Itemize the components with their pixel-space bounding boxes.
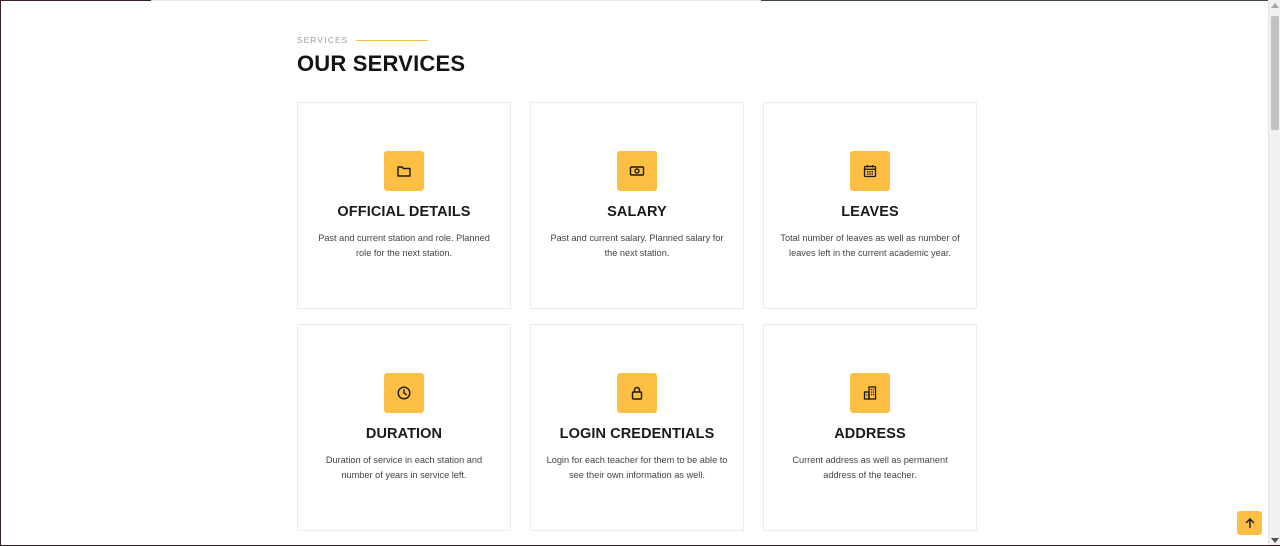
- vertical-scrollbar[interactable]: [1268, 0, 1280, 545]
- service-card-address: ADDRESS Current address as well as perma…: [763, 324, 977, 531]
- service-title: LEAVES: [841, 204, 899, 220]
- eyebrow-divider: [355, 39, 428, 41]
- service-description: Past and current salary. Planned salary …: [550, 233, 724, 258]
- arrow-up-icon: [1244, 517, 1256, 529]
- service-card-duration: DURATION Duration of service in each sta…: [297, 324, 511, 531]
- back-to-top-button[interactable]: [1237, 511, 1262, 535]
- service-description: Current address as well as permanent add…: [792, 455, 948, 480]
- service-description: Past and current station and role. Plann…: [318, 233, 490, 258]
- service-card-leaves: LEAVES Total number of leaves as well as…: [763, 102, 977, 309]
- calendar-icon: [850, 151, 890, 191]
- service-title: LOGIN CREDENTIALS: [559, 426, 715, 442]
- service-description: Total number of leaves as well as number…: [780, 233, 960, 258]
- service-title: SALARY: [607, 204, 667, 220]
- service-description: Duration of service in each station and …: [325, 455, 483, 480]
- service-title: DURATION: [365, 426, 443, 442]
- cash-icon: [617, 151, 657, 191]
- top-border: [1, 0, 1269, 1]
- service-card-official-details: OFFICIAL DETAILS Past and current statio…: [297, 102, 511, 309]
- page-viewport: SERVICES OUR SERVICES OFFICIAL DETAILS P…: [0, 0, 1280, 546]
- clock-icon: [384, 373, 424, 413]
- section-eyebrow: SERVICES: [297, 34, 465, 46]
- folder-icon: [384, 151, 424, 191]
- service-card-salary: SALARY Past and current salary. Planned …: [530, 102, 744, 309]
- service-description: Login for each teacher for them to be ab…: [546, 455, 728, 480]
- scroll-thumb[interactable]: [1271, 16, 1279, 130]
- scroll-up-arrow[interactable]: [1271, 3, 1279, 8]
- service-card-login-credentials: LOGIN CREDENTIALS Login for each teacher…: [530, 324, 744, 531]
- scroll-down-arrow[interactable]: [1271, 538, 1279, 543]
- building-icon: [850, 373, 890, 413]
- section-title: OUR SERVICES: [297, 51, 466, 76]
- section-eyebrow-label: SERVICES: [297, 35, 349, 45]
- lock-icon: [617, 373, 657, 413]
- service-title: OFFICIAL DETAILS: [337, 204, 471, 220]
- section-header: SERVICES OUR SERVICES: [297, 34, 465, 77]
- service-title: ADDRESS: [834, 426, 906, 442]
